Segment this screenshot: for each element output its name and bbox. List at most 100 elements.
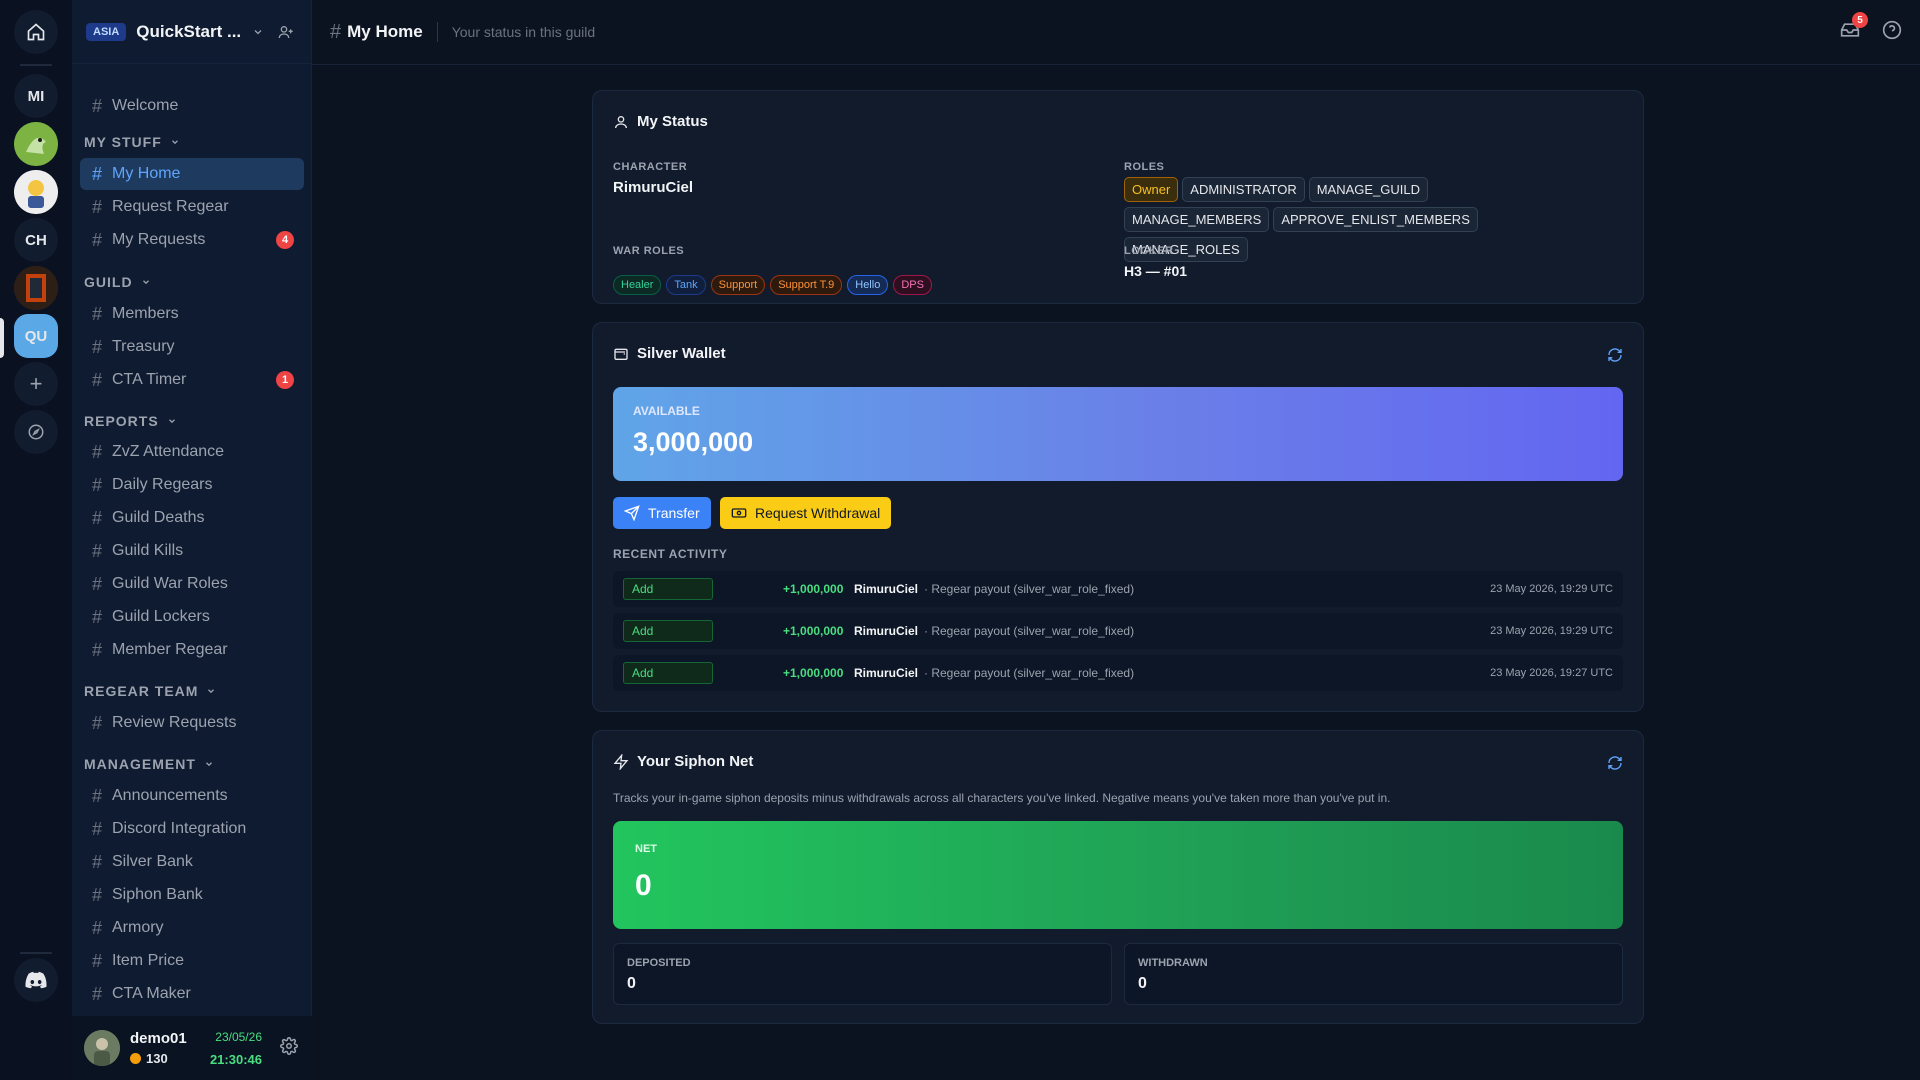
refresh-icon[interactable]	[1607, 347, 1623, 368]
refresh-icon[interactable]	[1607, 755, 1623, 776]
deposited-value: 0	[627, 975, 636, 992]
discord-icon[interactable]	[14, 958, 58, 1002]
channel-cta-maker[interactable]: # CTA Maker	[80, 978, 304, 1010]
add-member-icon[interactable]	[275, 21, 297, 43]
chevron-down-icon[interactable]	[247, 21, 269, 43]
siphon-description: Tracks your in-game siphon deposits minu…	[613, 791, 1391, 805]
activity-type: Add	[623, 578, 713, 600]
cash-icon	[731, 508, 747, 518]
transfer-button[interactable]: Transfer	[613, 497, 711, 529]
send-icon	[624, 505, 640, 521]
channel-review-requests[interactable]: # Review Requests	[80, 707, 304, 739]
roles-list: Owner ADMINISTRATOR MANAGE_GUILD MANAGE_…	[1124, 177, 1574, 262]
activity-type: Add	[623, 662, 713, 684]
channel-members[interactable]: # Members	[80, 298, 304, 330]
activity-row: Add +1,000,000 RimuruCiel · Regear payou…	[613, 613, 1623, 649]
available-amount: 3,000,000	[633, 427, 754, 457]
channel-announcements[interactable]: # Announcements	[80, 780, 304, 812]
inbox-icon[interactable]: 5	[1840, 12, 1868, 45]
locker-value: H3 — #01	[1124, 263, 1188, 279]
activity-amount: +1,000,000	[783, 666, 844, 680]
channel-member-regear[interactable]: # Member Regear	[80, 634, 304, 666]
card-title: Silver Wallet	[613, 345, 726, 362]
activity-type: Add	[623, 620, 713, 642]
compass-icon[interactable]	[14, 410, 58, 454]
server-avatar-game[interactable]	[14, 266, 58, 310]
deposited-stat: DEPOSITED 0	[613, 943, 1112, 1005]
server-avatar-dragon[interactable]	[14, 122, 58, 166]
role-badge: MANAGE_GUILD	[1308, 177, 1429, 202]
gear-icon[interactable]	[280, 1036, 298, 1060]
channel-armory[interactable]: # Armory	[80, 912, 304, 944]
guild-header[interactable]: ASIA QuickStart ...	[72, 0, 311, 64]
activity-row: Add +1,000,000 RimuruCiel · Regear payou…	[613, 571, 1623, 607]
channel-guild-lockers[interactable]: # Guild Lockers	[80, 601, 304, 633]
avatar[interactable]	[84, 1030, 120, 1066]
channel-cta-timer[interactable]: # CTA Timer 1	[80, 364, 304, 396]
net-label: NET	[635, 843, 657, 855]
deposited-label: DEPOSITED	[627, 957, 691, 969]
channel-sidebar: ASIA QuickStart ... # Welcome MY STUFF # M…	[72, 0, 312, 1080]
war-role-badge: Hello	[847, 275, 889, 295]
channel-request-regear[interactable]: # Request Regear	[80, 191, 304, 223]
unread-badge: 1	[276, 371, 294, 389]
withdrawn-label: WITHDRAWN	[1138, 957, 1208, 969]
war-role-badge: Healer	[613, 275, 662, 295]
category-regear-team[interactable]: REGEAR TEAM	[84, 683, 216, 699]
net-panel: NET 0	[613, 821, 1623, 929]
channel-welcome[interactable]: # Welcome	[80, 90, 304, 122]
war-role-badge: Support T.9	[770, 275, 843, 295]
page-title: My Home	[347, 22, 438, 42]
channel-daily-regears[interactable]: # Daily Regears	[80, 469, 304, 501]
category-management[interactable]: MANAGEMENT	[84, 756, 214, 772]
server-qu[interactable]: QU	[14, 314, 58, 358]
war-role-badge: Support	[710, 275, 766, 295]
activity-amount: +1,000,000	[783, 624, 844, 638]
activity-time: 23 May 2026, 19:29 UTC	[1490, 625, 1613, 637]
channel-guild-war-roles[interactable]: # Guild War Roles	[80, 568, 304, 600]
channel-discord-integration[interactable]: # Discord Integration	[80, 813, 304, 845]
category-my-stuff[interactable]: MY STUFF	[84, 134, 180, 150]
channel-guild-deaths[interactable]: # Guild Deaths	[80, 502, 304, 534]
user-date: 23/05/26	[215, 1029, 262, 1044]
category-reports[interactable]: REPORTS	[84, 413, 177, 429]
user-clock: 21:30:46	[209, 1051, 262, 1067]
coin-icon	[130, 1053, 141, 1064]
channel-guild-kills[interactable]: # Guild Kills	[80, 535, 304, 567]
home-icon[interactable]	[14, 10, 58, 54]
available-balance-panel: AVAILABLE 3,000,000	[613, 387, 1623, 481]
user-panel: demo01 130 23/05/26 21:30:46	[72, 1016, 312, 1080]
server-mi[interactable]: MI	[14, 74, 58, 118]
war-roles-list: Healer Tank Support Support T.9 Hello DP…	[613, 275, 932, 295]
channel-treasury[interactable]: # Treasury	[80, 331, 304, 363]
silver-wallet-card: Silver Wallet AVAILABLE 3,000,000 Transf…	[592, 322, 1644, 712]
server-ch[interactable]: CH	[14, 218, 58, 262]
channel-my-requests[interactable]: # My Requests 4	[80, 224, 304, 256]
guild-name[interactable]: QuickStart ...	[136, 22, 241, 42]
request-withdrawal-button[interactable]: Request Withdrawal	[720, 497, 892, 529]
recent-activity-label: RECENT ACTIVITY	[613, 547, 728, 561]
help-icon[interactable]	[1882, 20, 1902, 45]
unread-badge: 4	[276, 231, 294, 249]
withdrawn-value: 0	[1138, 975, 1147, 992]
channel-item-price[interactable]: # Item Price	[80, 945, 304, 977]
siphon-net-card: Your Siphon Net Tracks your in-game siph…	[592, 730, 1644, 1024]
role-badge: Owner	[1124, 177, 1179, 202]
activity-character: RimuruCiel	[854, 666, 919, 680]
role-badge: MANAGE_MEMBERS	[1124, 207, 1270, 232]
category-guild[interactable]: GUILD	[84, 274, 151, 290]
user-icon	[615, 115, 627, 128]
channel-silver-bank[interactable]: # Silver Bank	[80, 846, 304, 878]
activity-amount: +1,000,000	[783, 582, 844, 596]
net-value: 0	[635, 869, 652, 902]
channel-my-home[interactable]: # My Home	[80, 158, 304, 190]
channel-zvz-attendance[interactable]: # ZvZ Attendance	[80, 436, 304, 468]
role-badge: APPROVE_ENLIST_MEMBERS	[1273, 207, 1478, 232]
channel-siphon-bank[interactable]: # Siphon Bank	[80, 879, 304, 911]
war-role-badge: Tank	[666, 275, 706, 295]
page-subtitle: Your status in this guild	[451, 24, 596, 40]
character-label: CHARACTER	[613, 161, 688, 173]
locker-label: LOCKER	[1124, 245, 1174, 257]
add-server-icon[interactable]: +	[14, 362, 58, 406]
server-avatar-character[interactable]	[14, 170, 58, 214]
